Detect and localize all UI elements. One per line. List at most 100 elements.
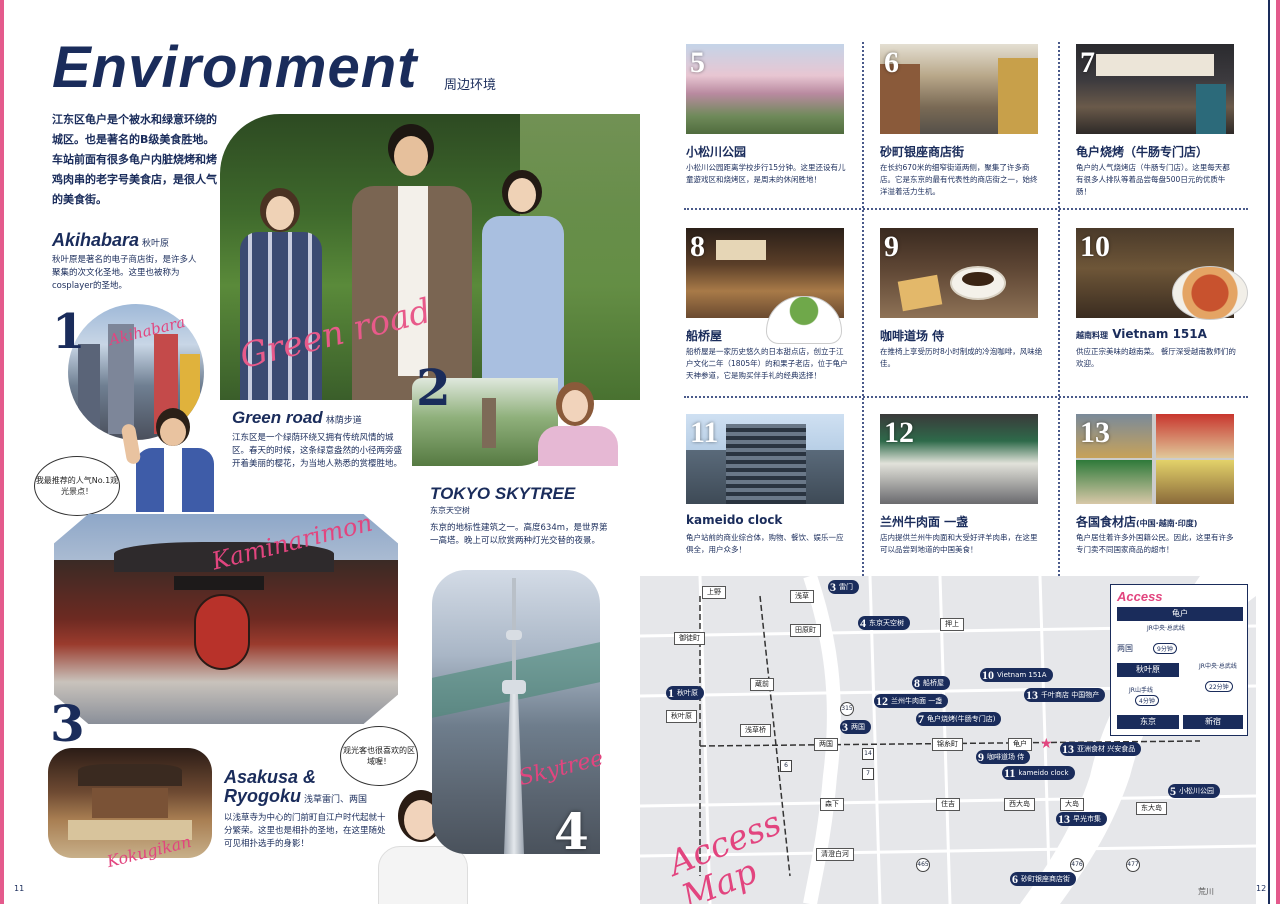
map-pin-12-label: 兰州牛肉面 一盏 <box>891 696 943 705</box>
asakusa-heading: Asakusa & Ryogoku 浅草雷门、两国 <box>224 768 367 809</box>
map-pin-13c-num: 13 <box>1058 811 1070 826</box>
station-kinshicho: 锦糸町 <box>932 738 963 751</box>
map-pin-4-num: 4 <box>860 615 866 630</box>
map-pin-8-label: 船桥屋 <box>923 678 944 687</box>
route-476: 476 <box>1070 858 1084 872</box>
spot-8-number: 8 <box>690 230 705 263</box>
access-line3: JR山手线 <box>1129 687 1153 694</box>
map-pin-13b[interactable]: 13 亚洲食材 兴安食品 <box>1060 741 1142 756</box>
spot-11-title: kameido clock <box>686 513 783 527</box>
greenroad-desc: 江东区是一个绿荫环绕又拥有传统风情的城区。春天的时候，这条绿意盎然的小径两旁盛开… <box>232 433 403 469</box>
access-shinjuku: 新宿 <box>1183 715 1243 729</box>
spot-13-title-post: (中国·越南·印度) <box>1136 519 1198 528</box>
station-asakusa: 浅草 <box>790 590 814 603</box>
route-465: 465 <box>916 858 930 872</box>
map-pin-11[interactable]: 11 kameido clock <box>1002 766 1075 780</box>
spot-13-desc: 龟户居住着许多外国籍公民。因此，这里有许多专门卖不同国家商品的超市！ <box>1076 533 1234 554</box>
map-pin-12[interactable]: 12 兰州牛肉面 一盏 <box>874 693 949 708</box>
map-pin-9-num: 9 <box>978 749 984 764</box>
spot-7-title: 龟户烧烤（牛肠专门店） <box>1076 145 1209 159</box>
spot-5-photo: 5 <box>686 44 844 134</box>
station-sumiyoshi: 住吉 <box>936 798 960 811</box>
map-pin-7-num: 7 <box>918 711 924 726</box>
grid-divider-v1 <box>862 42 864 576</box>
access-time3: 4分钟 <box>1135 695 1159 706</box>
greenroad-sub: 林荫步道 <box>325 415 362 425</box>
map-pin-13c[interactable]: 13 早光市集 <box>1056 812 1107 826</box>
skytree-desc: 东京的地标性建筑之一。高度634m，是世界第一高塔。晚上可以欣赏两种灯光交替的夜… <box>430 523 608 546</box>
route-477: 477 <box>1126 858 1140 872</box>
map-pin-13a[interactable]: 13 千叶商店 中国物产 <box>1024 687 1106 702</box>
map-pin-6-label: 砂町银座商店街 <box>1021 874 1070 883</box>
access-line2: JR中央·总武线 <box>1199 663 1237 670</box>
page-subtitle: 周边环境 <box>444 78 497 93</box>
map-pin-11-num: 11 <box>1004 765 1016 780</box>
asakusa-number: 3 <box>50 694 85 753</box>
spot-13-photo: 13 <box>1076 414 1234 504</box>
access-box: Access 龟户 JR中央·总武线 9分钟 两国 秋叶原 JR中央·总武线 2… <box>1110 584 1248 736</box>
map-pin-10[interactable]: 10 Vietnam 151A <box>980 668 1053 682</box>
station-asakusabashi: 浅草桥 <box>740 724 771 737</box>
spot-7-photo: 7 <box>1076 44 1234 134</box>
map-pin-4[interactable]: 4 东京天空树 <box>858 616 910 630</box>
grid-divider-v2 <box>1058 42 1060 576</box>
map-pin-3b[interactable]: 3 两国 <box>840 720 871 734</box>
map-pin-13b-num: 13 <box>1062 741 1074 756</box>
route-14: 14 <box>862 748 874 760</box>
station-kuramae: 蔵前 <box>750 678 774 691</box>
map-pin-9[interactable]: 9 咖啡道场 侍 <box>976 749 1031 764</box>
access-kameido: 龟户 <box>1117 607 1243 621</box>
left-edge-bar <box>0 0 4 904</box>
asakusa-sub: 浅草雷门、两国 <box>304 794 368 804</box>
map-pin-6[interactable]: 6 砂町银座商店街 <box>1010 872 1076 886</box>
access-title: Access <box>1117 589 1163 604</box>
spot-9-number: 9 <box>884 230 899 263</box>
spot-12-desc: 店内提供兰州牛肉面和大受好评羊肉串，在这里可以品尝到地道的中国美食！ <box>880 533 1038 554</box>
spot-5-title: 小松川公园 <box>686 145 747 159</box>
spot-10-title: Vietnam 151A <box>1112 327 1207 341</box>
map-pin-3a-num: 3 <box>830 579 836 594</box>
map-pin-8[interactable]: 8 船桥屋 <box>912 676 950 690</box>
station-higashi-ojima: 东大岛 <box>1136 802 1167 815</box>
map-pin-13c-label: 早光市集 <box>1073 814 1101 823</box>
right-edge-bar <box>1276 0 1280 904</box>
spot-12-photo: 12 <box>880 414 1038 504</box>
station-nishi-ojima: 西大岛 <box>1004 798 1035 811</box>
map-pin-12-num: 12 <box>876 693 888 708</box>
map-pin-13a-num: 13 <box>1026 687 1038 702</box>
map-pin-7[interactable]: 7 龟户烧烤(牛肠专门店) <box>916 711 1002 726</box>
spot-10-number: 10 <box>1080 230 1110 263</box>
spot-8-title: 船桥屋 <box>686 329 723 343</box>
spot-11-number: 11 <box>690 416 719 449</box>
spot-6-desc: 在长约670米的细窄街道两侧，聚集了许多商店。它是东京的最有代表性的商店街之一，… <box>880 163 1038 196</box>
recommend-bubble: 我最推荐的人气No.1观光景点！ <box>34 456 120 516</box>
vietnam-dish-photo <box>1172 266 1248 320</box>
spot-9-title: 咖啡道场 侍 <box>880 329 945 343</box>
spot-9-photo: 9 <box>880 228 1038 318</box>
map-pin-3a[interactable]: 3 雷门 <box>828 580 859 594</box>
access-line1: JR中央·总武线 <box>1147 625 1185 632</box>
spot-9-desc: 在推椅上享受历时8小时制成的冷泡咖啡，风味绝佳。 <box>880 347 1043 368</box>
map-pin-3a-label: 雷门 <box>839 582 853 591</box>
access-time1: 9分钟 <box>1153 643 1177 654</box>
station-tawaramachi: 田原町 <box>790 624 821 637</box>
map-pin-1[interactable]: 1 秋叶原 <box>666 686 704 700</box>
spot-6-number: 6 <box>884 46 899 79</box>
greenroad-number: 2 <box>416 358 451 417</box>
station-ryogoku: 两国 <box>814 738 838 751</box>
skytree-sub: 东京天空树 <box>430 506 470 515</box>
access-akihabara: 秋叶原 <box>1117 663 1179 677</box>
station-okachimachi: 御徒町 <box>674 632 705 645</box>
boy-photo <box>118 404 224 512</box>
map-pin-3b-label: 两国 <box>851 722 865 731</box>
skytree-number: 4 <box>554 802 589 861</box>
akihabara-desc: 秋叶原是著名的电子商店街，是许多人聚集的次文化圣地。这里也被称为cosplaye… <box>52 255 197 291</box>
route-6: 6 <box>780 760 792 772</box>
right-edge-line <box>1268 0 1270 904</box>
map-pin-5[interactable]: 5 小松川公园 <box>1168 784 1220 798</box>
map-pin-13a-label: 千叶商店 中国物产 <box>1041 690 1100 699</box>
map-pin-9-label: 咖啡道场 侍 <box>987 752 1025 761</box>
access-time2: 22分钟 <box>1205 681 1233 692</box>
map-pin-13b-label: 亚洲食材 兴安食品 <box>1077 744 1136 753</box>
map-pin-1-num: 1 <box>668 685 674 700</box>
